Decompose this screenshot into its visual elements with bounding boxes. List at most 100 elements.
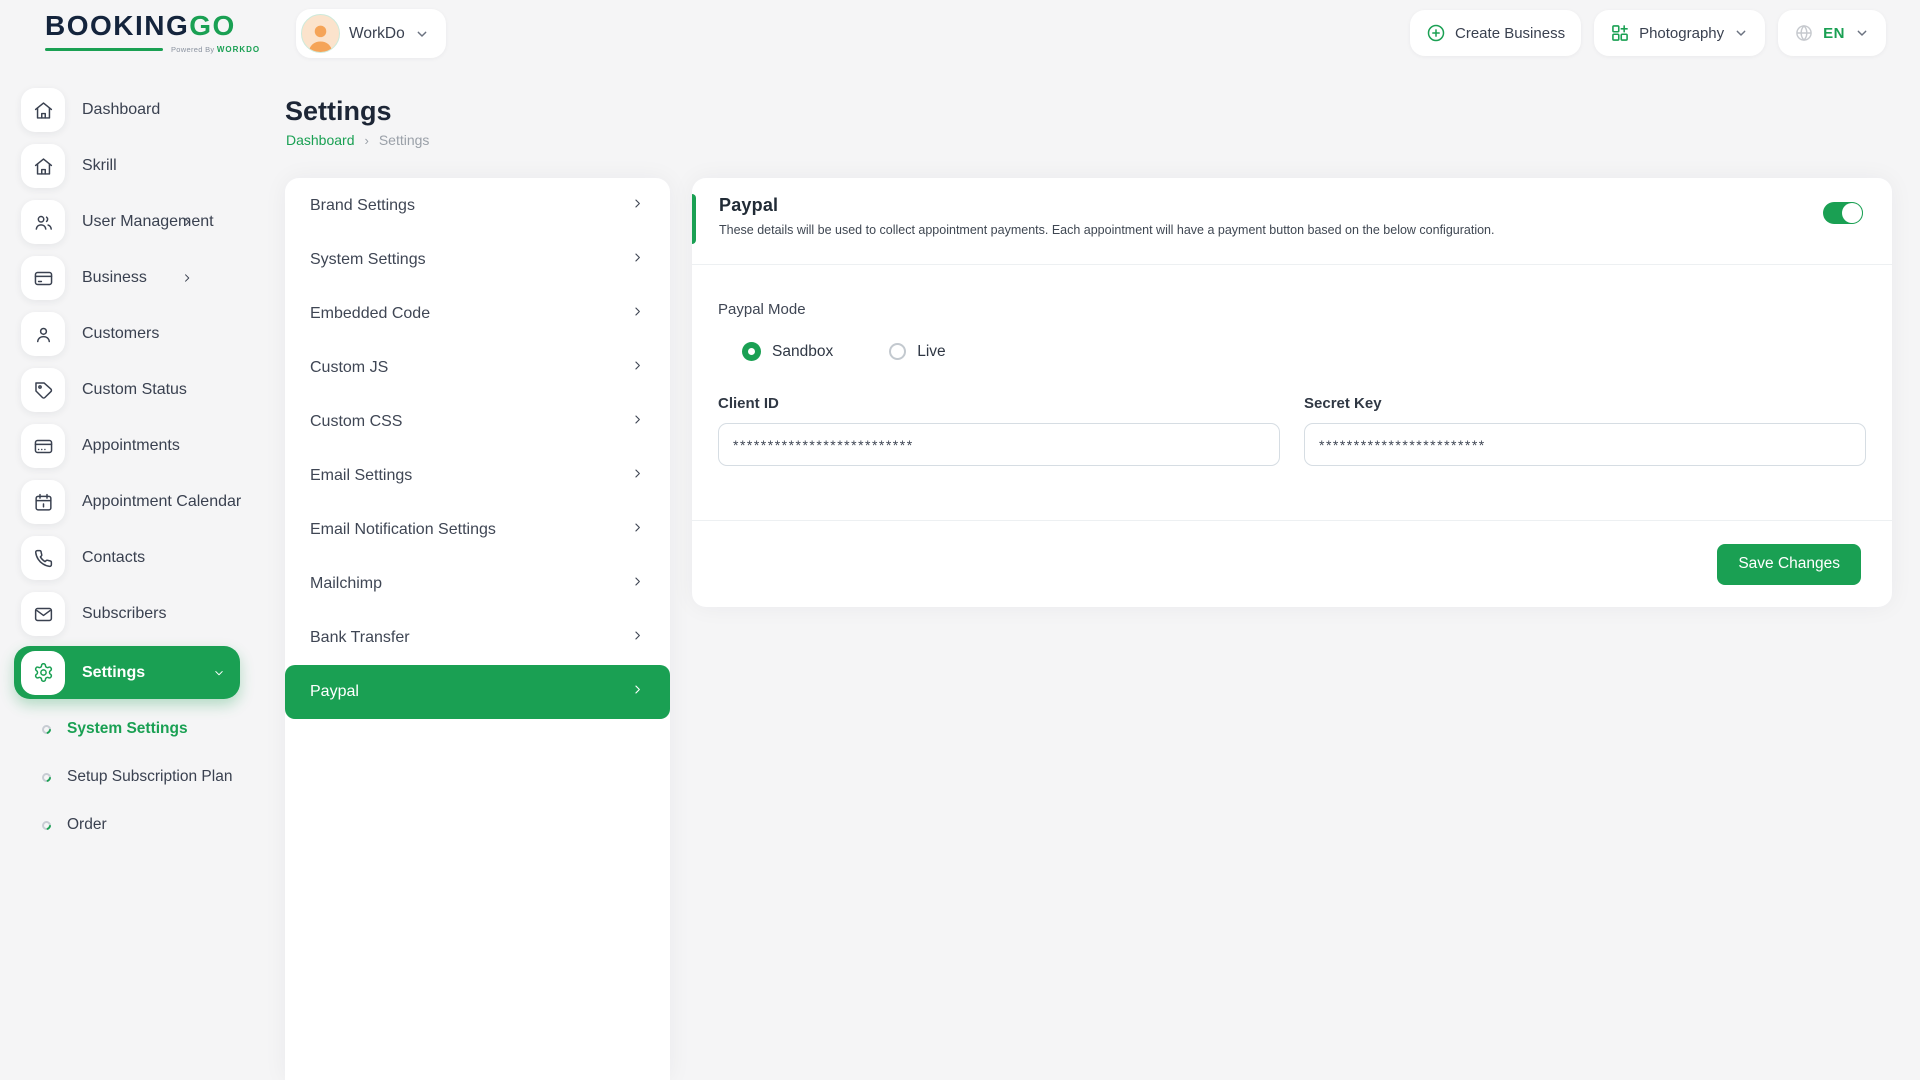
sidebar-item-user-management[interactable]: User Management — [0, 194, 262, 250]
chevron-down-icon — [1854, 25, 1870, 41]
business-selector[interactable]: Photography — [1594, 10, 1765, 56]
paypal-mode-radio-live[interactable]: Live — [889, 342, 945, 361]
settings-menu-item-label: Bank Transfer — [310, 629, 410, 647]
sidebar-item-label: Contacts — [82, 549, 145, 567]
sidebar-item-subscribers[interactable]: Subscribers — [0, 586, 262, 642]
logo-underline — [45, 48, 163, 51]
home-icon — [21, 88, 65, 132]
sidebar-subitem-order[interactable]: Order — [0, 801, 262, 849]
topbar-actions: Create Business Photography EN — [1410, 10, 1886, 56]
sidebar-subitem-setup-subscription-plan[interactable]: Setup Subscription Plan — [0, 753, 262, 801]
phone-icon — [21, 536, 65, 580]
field-label: Secret Key — [1304, 395, 1866, 412]
sidebar-item-label: Skrill — [82, 157, 117, 175]
settings-menu-item-brand-settings[interactable]: Brand Settings — [285, 179, 670, 233]
settings-menu-item-mailchimp[interactable]: Mailchimp — [285, 557, 670, 611]
sidebar-subitem-label: Order — [67, 816, 107, 834]
field-secret-key: Secret Key — [1304, 395, 1866, 466]
users-icon — [21, 200, 65, 244]
chevron-right-icon — [630, 196, 645, 216]
workspace-switcher[interactable]: WorkDo — [296, 9, 446, 58]
radio-unchecked-icon — [889, 343, 906, 360]
sidebar-item-appointment-calendar[interactable]: Appointment Calendar — [0, 474, 262, 530]
powered-by-label: Powered By WORKDO — [171, 45, 260, 54]
bullet-icon — [40, 723, 53, 736]
paypal-mode-radios: Sandbox Live — [718, 342, 1866, 361]
settings-menu-item-email-settings[interactable]: Email Settings — [285, 449, 670, 503]
sidebar-item-settings[interactable]: Settings — [14, 646, 240, 699]
paypal-mode-label: Paypal Mode — [718, 301, 1866, 318]
secret-key-input[interactable] — [1304, 423, 1866, 466]
radio-checked-icon — [742, 342, 761, 361]
sidebar-item-label: Appointments — [82, 437, 180, 455]
language-code: EN — [1823, 25, 1845, 42]
save-changes-button[interactable]: Save Changes — [1717, 544, 1861, 585]
settings-menu-item-custom-css[interactable]: Custom CSS — [285, 395, 670, 449]
sidebar-item-label: Appointment Calendar — [82, 493, 241, 511]
breadcrumb-current: Settings — [379, 132, 430, 148]
settings-menu-card: Brand Settings System SettingsEmbedded Co… — [285, 178, 670, 1080]
chevron-down-icon — [1733, 25, 1749, 41]
breadcrumb-separator: › — [365, 133, 369, 148]
paypal-credential-fields: Client ID Secret Key — [718, 395, 1866, 466]
gear-icon — [21, 651, 65, 695]
panel-accent-bar — [692, 194, 696, 244]
paypal-mode-radio-sandbox[interactable]: Sandbox — [742, 342, 833, 361]
create-business-button[interactable]: Create Business — [1410, 10, 1581, 56]
breadcrumb-dashboard-link[interactable]: Dashboard — [286, 132, 355, 148]
settings-menu-item-label: Custom JS — [310, 359, 388, 377]
sidebar-item-appointments[interactable]: Appointments — [0, 418, 262, 474]
settings-menu-item-system-settings[interactable]: System Settings — [285, 233, 670, 287]
settings-menu-item-label: Brand Settings — [310, 197, 415, 215]
sidebar-item-business[interactable]: Business — [0, 250, 262, 306]
globe-icon — [1794, 23, 1814, 43]
chevron-right-icon — [630, 250, 645, 270]
chevron-right-icon — [630, 520, 645, 540]
field-client-id: Client ID — [718, 395, 1280, 466]
sidebar-subitem-label: System Settings — [67, 720, 188, 738]
user-avatar-icon — [301, 14, 340, 53]
plus-circle-icon — [1426, 23, 1446, 43]
sidebar-subitem-system-settings[interactable]: System Settings — [0, 705, 262, 753]
sidebar-subitem-label: Setup Subscription Plan — [67, 768, 232, 786]
settings-menu-item-paypal[interactable]: Paypal — [285, 665, 670, 719]
chevron-right-icon — [630, 412, 645, 432]
sidebar: Dashboard Skrill User ManagementBusiness Cu… — [0, 82, 262, 849]
sidebar-item-dashboard[interactable]: Dashboard — [0, 82, 262, 138]
settings-menu-item-email-notification-settings[interactable]: Email Notification Settings — [285, 503, 670, 557]
chevron-right-icon — [630, 574, 645, 594]
sidebar-nav: Dashboard Skrill User ManagementBusiness Cu… — [0, 82, 262, 699]
grid-plus-icon — [1610, 23, 1630, 43]
sidebar-item-label: Custom Status — [82, 381, 187, 399]
paypal-panel-description: These details will be used to collect ap… — [719, 223, 1864, 237]
settings-menu-item-custom-js[interactable]: Custom JS — [285, 341, 670, 395]
sidebar-item-custom-status[interactable]: Custom Status — [0, 362, 262, 418]
chevron-right-icon — [630, 682, 645, 702]
breadcrumb: Dashboard › Settings — [286, 132, 429, 148]
chevron-right-icon — [630, 628, 645, 648]
sidebar-item-customers[interactable]: Customers — [0, 306, 262, 362]
settings-menu-item-bank-transfer[interactable]: Bank Transfer — [285, 611, 670, 665]
settings-menu-item-embedded-code[interactable]: Embedded Code — [285, 287, 670, 341]
settings-menu-item-label: Email Settings — [310, 467, 412, 485]
topbar: BOOKINGGO Powered By WORKDO WorkDo Creat… — [0, 0, 1920, 72]
app-logo[interactable]: BOOKINGGO Powered By WORKDO — [45, 12, 260, 54]
radio-label: Sandbox — [772, 343, 833, 361]
mail-icon — [21, 592, 65, 636]
field-label: Client ID — [718, 395, 1280, 412]
settings-menu-item-label: Paypal — [310, 683, 359, 701]
calendar-icon — [21, 480, 65, 524]
settings-menu-item-label: Mailchimp — [310, 575, 382, 593]
settings-menu-item-label: Email Notification Settings — [310, 521, 496, 539]
language-selector[interactable]: EN — [1778, 10, 1886, 56]
sidebar-item-contacts[interactable]: Contacts — [0, 530, 262, 586]
client-id-input[interactable] — [718, 423, 1280, 466]
chevron-down-icon — [414, 26, 430, 42]
paypal-panel-title: Paypal — [719, 195, 1864, 216]
create-business-label: Create Business — [1455, 25, 1565, 42]
chevron-down-icon — [212, 666, 226, 680]
paypal-enabled-toggle[interactable] — [1823, 202, 1863, 224]
sidebar-item-skrill[interactable]: Skrill — [0, 138, 262, 194]
sidebar-item-label: Customers — [82, 325, 159, 343]
paypal-panel-footer: Save Changes — [692, 520, 1892, 607]
